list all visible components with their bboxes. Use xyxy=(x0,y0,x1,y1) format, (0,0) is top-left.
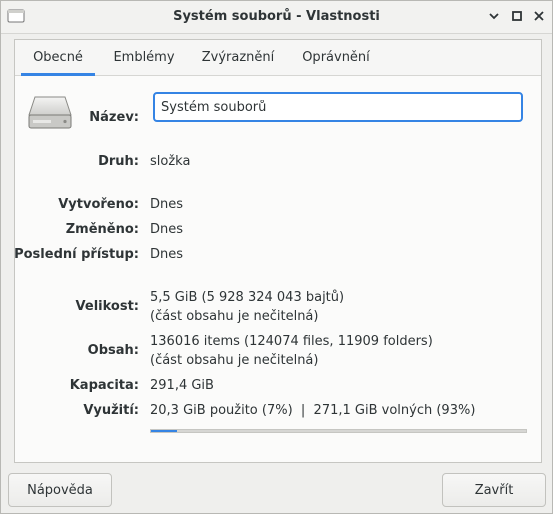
usage-bar-fill xyxy=(151,430,178,432)
modified-label: Změněno: xyxy=(65,222,139,237)
maximize-icon[interactable] xyxy=(510,9,524,23)
tab-highlights[interactable]: Zvýraznění xyxy=(193,40,283,75)
contents-label: Obsah: xyxy=(87,343,139,358)
tab-permissions[interactable]: Oprávnění xyxy=(291,40,381,75)
name-label: Název: xyxy=(89,110,139,125)
minimize-icon[interactable] xyxy=(487,9,501,23)
usage-bar xyxy=(150,429,527,433)
created-label: Vytvořeno: xyxy=(58,197,139,212)
usage-value: 20,3 GiB použito (7%) | 271,1 GiB volnýc… xyxy=(150,403,476,418)
titlebar[interactable]: Systém souborů - Vlastnosti xyxy=(1,1,552,34)
contents-value: 136016 items (124074 files, 11909 folder… xyxy=(150,334,433,349)
size-value: 5,5 GiB (5 928 324 043 bajtů) xyxy=(150,290,345,305)
usage-label: Využití: xyxy=(83,403,139,418)
accessed-label: Poslední přístup: xyxy=(14,247,139,262)
close-icon[interactable] xyxy=(532,9,546,23)
hard-drive-icon xyxy=(28,96,72,129)
tab-bar: Obecné Emblémy Zvýraznění Oprávnění xyxy=(15,40,541,76)
kind-label: Druh: xyxy=(98,154,139,169)
created-value: Dnes xyxy=(150,197,184,212)
help-button[interactable]: Nápověda xyxy=(8,473,112,507)
capacity-label: Kapacita: xyxy=(69,378,139,393)
tab-general[interactable]: Obecné xyxy=(21,40,95,76)
properties-content: Obecné Emblémy Zvýraznění Oprávnění Náze… xyxy=(14,39,542,463)
capacity-value: 291,4 GiB xyxy=(150,378,214,393)
properties-window: Systém souborů - Vlastnosti Obecné Emblé… xyxy=(0,0,553,514)
tab-emblems[interactable]: Emblémy xyxy=(103,40,185,75)
kind-value: složka xyxy=(150,154,191,169)
accessed-value: Dnes xyxy=(150,247,184,262)
contents-note: (část obsahu je nečitelná) xyxy=(150,353,319,368)
size-label: Velikost: xyxy=(75,299,139,314)
close-button[interactable]: Zavřít xyxy=(442,473,546,507)
name-input[interactable] xyxy=(153,92,523,122)
size-note: (část obsahu je nečitelná) xyxy=(150,309,319,324)
window-title: Systém souborů - Vlastnosti xyxy=(173,9,380,24)
modified-value: Dnes xyxy=(150,222,184,237)
